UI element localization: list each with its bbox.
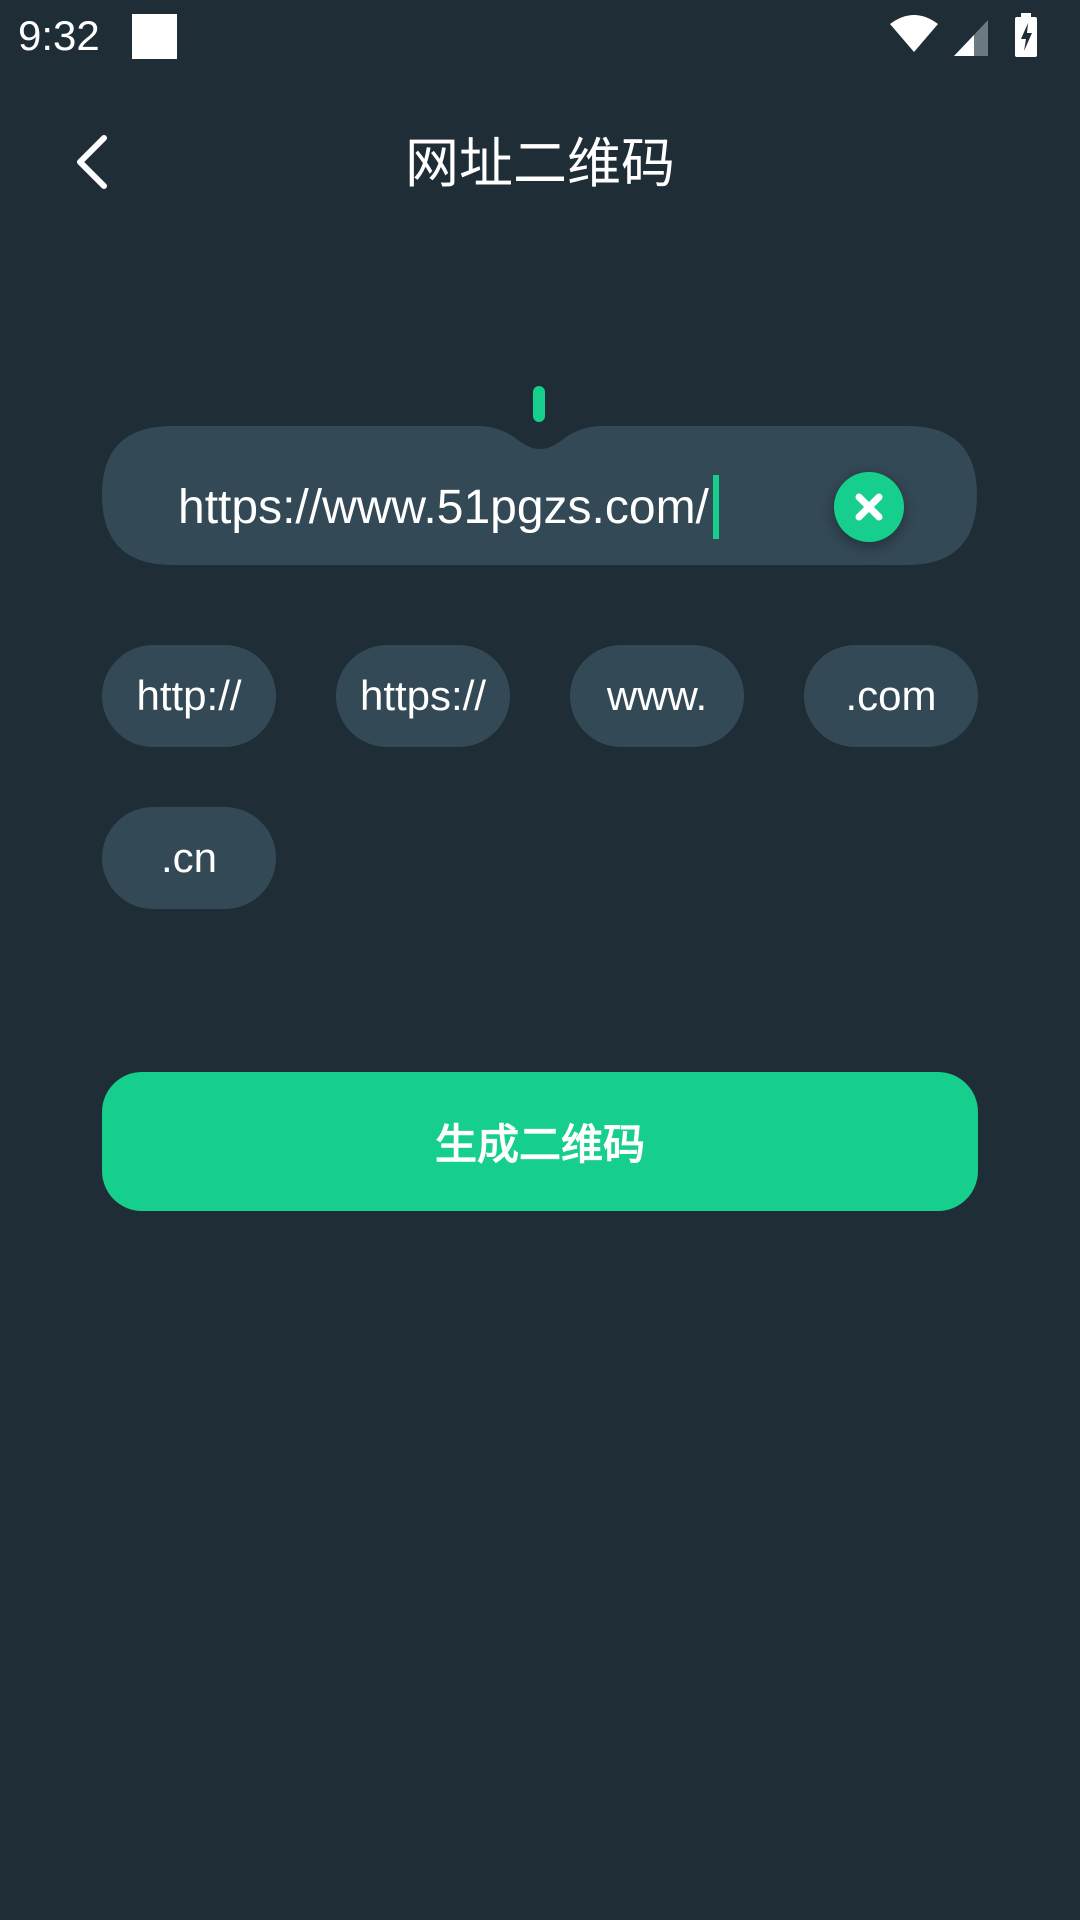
drag-indicator bbox=[533, 386, 545, 422]
generate-qr-button[interactable]: 生成二维码 bbox=[102, 1072, 978, 1211]
app-bar: 网址二维码 bbox=[0, 100, 1080, 230]
status-bar: 9:32 bbox=[0, 0, 1080, 72]
url-input-container[interactable]: https://www.51pgzs.com/ bbox=[102, 380, 977, 565]
chip-https[interactable]: https:// bbox=[336, 645, 510, 747]
clear-button[interactable] bbox=[834, 472, 904, 542]
battery-charging-icon bbox=[1015, 13, 1037, 57]
page-title: 网址二维码 bbox=[405, 132, 675, 195]
chip-com[interactable]: .com bbox=[804, 645, 978, 747]
url-input-value: https://www.51pgzs.com/ bbox=[178, 480, 709, 534]
cellular-signal-icon bbox=[954, 20, 988, 56]
status-time: 9:32 bbox=[18, 12, 100, 59]
wifi-icon bbox=[890, 15, 938, 52]
chip-http[interactable]: http:// bbox=[102, 645, 276, 747]
status-icons bbox=[888, 12, 1068, 62]
chip-cn[interactable]: .cn bbox=[102, 807, 276, 909]
close-icon bbox=[855, 493, 883, 521]
notification-square-icon bbox=[132, 14, 177, 59]
text-caret bbox=[712, 475, 719, 539]
chip-www[interactable]: www. bbox=[570, 645, 744, 747]
url-input[interactable]: https://www.51pgzs.com/ bbox=[178, 472, 719, 542]
